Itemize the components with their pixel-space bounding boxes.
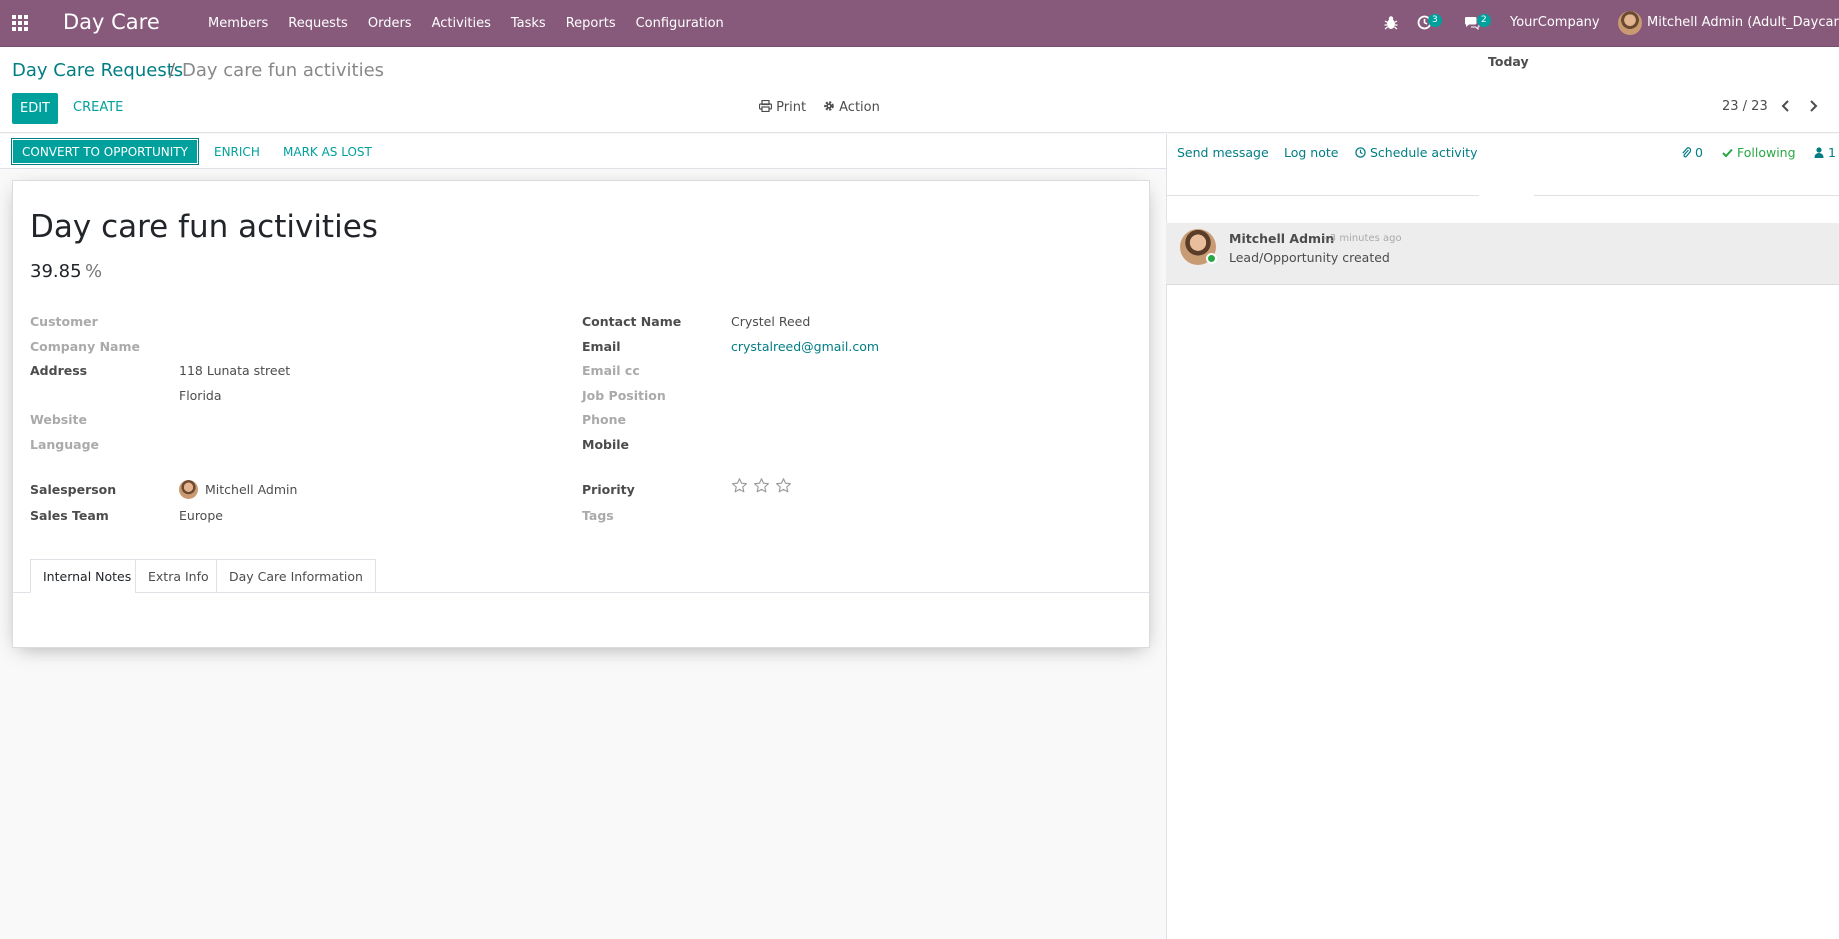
day-separator-line — [1167, 195, 1479, 196]
priority-label: Priority — [582, 482, 635, 497]
priority-star-icon[interactable] — [753, 477, 770, 494]
following-button[interactable]: Following — [1722, 145, 1796, 160]
log-note-button[interactable]: Log note — [1284, 145, 1338, 160]
form-statusbar: CONVERT TO OPPORTUNITY ENRICH MARK AS LO… — [0, 134, 1166, 169]
menu-orders[interactable]: Orders — [368, 16, 412, 31]
enrich-button[interactable]: ENRICH — [214, 145, 260, 159]
form-sheet: Day care fun activities 39.85 % Customer… — [12, 180, 1151, 648]
menu-activities[interactable]: Activities — [432, 16, 491, 31]
debug-bug-icon[interactable] — [1384, 15, 1398, 30]
menu-configuration[interactable]: Configuration — [636, 16, 724, 31]
tab-day-care-information[interactable]: Day Care Information — [216, 559, 376, 593]
menu-requests[interactable]: Requests — [288, 16, 348, 31]
priority-star-icon[interactable] — [731, 477, 748, 494]
pager-value[interactable]: 23 / 23 — [1722, 99, 1768, 114]
sales-team-label: Sales Team — [30, 508, 109, 523]
followers-count: 1 — [1827, 145, 1836, 160]
job-position-label: Job Position — [582, 388, 666, 403]
app-brand[interactable]: Day Care — [63, 10, 160, 34]
priority-stars — [731, 477, 792, 494]
day-separator-line — [1534, 195, 1839, 196]
user-avatar[interactable] — [1618, 11, 1642, 35]
phone-label: Phone — [582, 412, 627, 427]
following-label: Following — [1736, 145, 1796, 160]
main-menu: Members Requests Orders Activities Tasks… — [208, 16, 724, 31]
salesperson-label: Salesperson — [30, 482, 117, 497]
attachments-button[interactable]: 0 — [1681, 145, 1703, 160]
mark-as-lost-button[interactable]: MARK AS LOST — [283, 145, 372, 159]
send-message-button[interactable]: Send message — [1177, 145, 1269, 160]
salesperson-avatar — [179, 480, 198, 499]
gear-icon — [824, 101, 834, 111]
user-icon — [1814, 147, 1824, 158]
user-menu[interactable]: Mitchell Admin (Adult_Daycare) — [1647, 15, 1839, 30]
message-count-badge: 2 — [1477, 14, 1491, 27]
salesperson-value[interactable]: Mitchell Admin — [205, 482, 297, 497]
message-body: Lead/Opportunity created — [1229, 250, 1390, 265]
website-label: Website — [30, 412, 87, 427]
tags-label: Tags — [582, 508, 614, 523]
email-value[interactable]: crystalreed@gmail.com — [731, 339, 879, 354]
breadcrumb-parent[interactable]: Day Care Requests — [12, 60, 183, 81]
top-navbar: Day Care Members Requests Orders Activit… — [0, 0, 1839, 47]
notebook-tabs: Internal Notes Extra Info Day Care Infor… — [13, 559, 1151, 593]
mobile-label: Mobile — [582, 437, 630, 452]
menu-members[interactable]: Members — [208, 16, 268, 31]
edit-button[interactable]: EDIT — [12, 93, 58, 124]
email-cc-label: Email cc — [582, 363, 640, 378]
activity-count-badge: 3 — [1428, 14, 1442, 27]
address-state[interactable]: Florida — [179, 388, 222, 403]
language-label: Language — [30, 437, 100, 452]
control-panel: Day Care Requests / Day care fun activit… — [0, 47, 1839, 133]
address-street[interactable]: 118 Lunata street — [179, 363, 290, 378]
tab-internal-notes[interactable]: Internal Notes — [30, 559, 145, 593]
apps-menu-icon[interactable] — [11, 14, 29, 32]
print-icon — [758, 99, 773, 113]
address-label: Address — [30, 363, 88, 378]
contact-name-label: Contact Name — [582, 314, 682, 329]
online-status-icon — [1206, 253, 1217, 264]
convert-to-opportunity-button[interactable]: CONVERT TO OPPORTUNITY — [11, 138, 199, 165]
email-label: Email — [582, 339, 621, 354]
check-icon — [1722, 148, 1733, 158]
pager-previous-icon[interactable] — [1777, 97, 1795, 115]
customer-label: Customer — [30, 314, 98, 329]
message-author[interactable]: Mitchell Admin — [1229, 231, 1334, 246]
followers-button[interactable]: 1 — [1814, 145, 1836, 160]
day-separator-label: Today — [1488, 54, 1529, 69]
message-date: - 3 minutes ago — [1323, 233, 1402, 244]
print-label: Print — [776, 100, 807, 115]
pager-next-icon[interactable] — [1804, 97, 1822, 115]
company-switcher[interactable]: YourCompany — [1510, 15, 1600, 30]
tab-extra-info[interactable]: Extra Info — [135, 559, 222, 593]
menu-tasks[interactable]: Tasks — [511, 16, 546, 31]
probability-unit: % — [85, 261, 103, 282]
probability-value[interactable]: 39.85 — [30, 261, 82, 282]
create-button[interactable]: CREATE — [73, 100, 123, 115]
sales-team-value[interactable]: Europe — [179, 508, 223, 523]
action-label: Action — [839, 100, 880, 115]
contact-name-value[interactable]: Crystel Reed — [731, 314, 810, 329]
clock-icon — [1355, 147, 1366, 158]
chatter-message: Mitchell Admin - 3 minutes ago Lead/Oppo… — [1166, 223, 1839, 285]
schedule-activity-label: Schedule activity — [1369, 145, 1478, 160]
company-name-label: Company Name — [30, 339, 140, 354]
schedule-activity-button[interactable]: Schedule activity — [1355, 145, 1477, 160]
paperclip-icon — [1682, 147, 1692, 158]
lead-title[interactable]: Day care fun activities — [30, 209, 378, 245]
priority-star-icon[interactable] — [775, 477, 792, 494]
attachments-count: 0 — [1694, 145, 1703, 160]
breadcrumb-separator: / — [169, 60, 176, 81]
breadcrumb-current: Day care fun activities — [182, 60, 385, 81]
print-dropdown[interactable]: Print — [758, 99, 807, 115]
menu-reports[interactable]: Reports — [566, 16, 616, 31]
action-dropdown[interactable]: Action — [823, 100, 880, 115]
